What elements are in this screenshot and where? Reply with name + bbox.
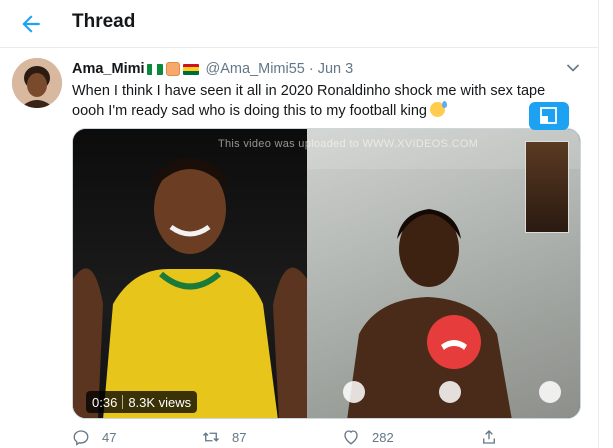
tweet-actions: 47 87 282 [72,428,552,448]
retweet-button[interactable]: 87 [202,428,246,446]
flag-ghana-icon [182,63,199,75]
camera-icon [343,381,365,403]
end-call-icon [427,315,481,369]
meta-separator: · [308,61,314,77]
user-handle[interactable]: @Ama_Mimi55 [206,61,305,77]
thread-header: Thread [0,0,598,48]
video-watermark: This video was uploaded to WWW.XVIDEOS.C… [218,138,479,150]
tweet-text-line: When I think I have seen it all in 2020 … [72,83,546,99]
flag-nigeria-icon [146,63,163,75]
like-count: 282 [372,429,394,445]
reply-icon [73,430,89,446]
video-duration: 0:36 [92,394,118,410]
sweat-smile-emoji-icon [430,101,447,117]
tweet-text: When I think I have seen it all in 2020 … [72,81,592,121]
share-icon [483,430,495,444]
reply-button[interactable]: 47 [72,428,116,446]
video-views: 8.3K views [128,394,192,410]
video-left-frame [73,129,307,418]
display-name[interactable]: Ama_Mimi [72,61,145,77]
tweet-date[interactable]: Jun 3 [318,61,353,77]
column-divider [598,0,599,448]
name-emojis [146,62,202,76]
microphone-icon [539,381,561,403]
video-camera-icon [439,381,461,403]
pip-window [525,141,569,233]
expand-video-button[interactable] [529,102,569,130]
retweet-count: 87 [232,429,247,445]
tweet-text-line: oooh I'm ready sad who is doing this to … [72,103,427,119]
reply-count: 47 [102,429,117,445]
retweet-icon [203,432,219,442]
heart-icon [344,430,358,445]
tweet-meta: Ama_Mimi @Ama_Mimi55 · Jun 3 [72,59,353,79]
video-player[interactable]: This video was uploaded to WWW.XVIDEOS.C… [72,128,581,419]
share-button[interactable] [480,428,498,446]
avatar[interactable] [12,58,62,108]
back-arrow-icon[interactable] [18,11,44,37]
like-button[interactable]: 282 [342,428,394,446]
video-duration-badge: 0:36 8.3K views [86,391,198,413]
page-title: Thread [72,11,136,32]
badge-divider [122,395,124,409]
hand-emoji-icon [165,62,180,76]
chevron-down-icon[interactable] [566,63,580,73]
